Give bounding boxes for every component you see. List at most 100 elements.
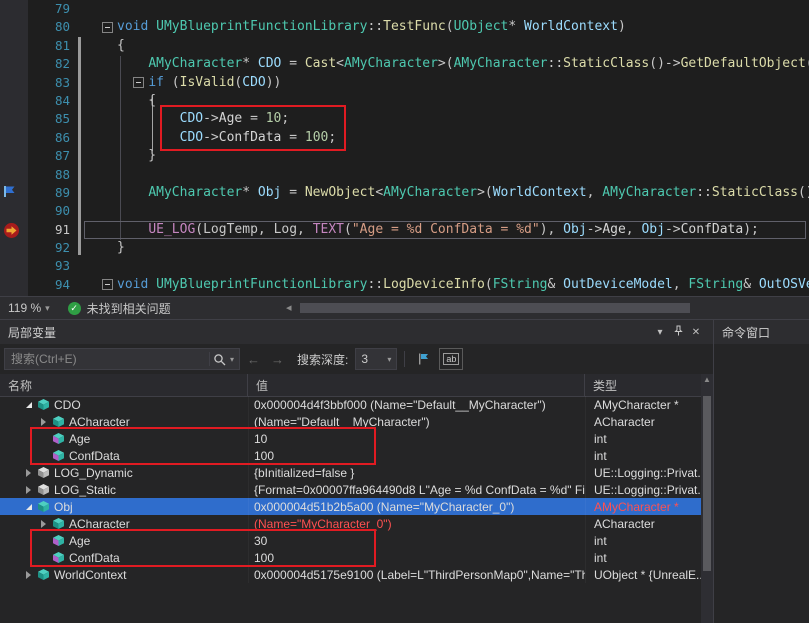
field-icon	[50, 551, 67, 564]
code-health-indicator[interactable]: ✓ 未找到相关问题	[58, 297, 181, 319]
code-line[interactable]: 92}	[0, 239, 809, 257]
horizontal-scrollbar[interactable]: ◂	[286, 301, 809, 316]
code-line[interactable]: 82 AMyCharacter* CDO = Cast<AMyCharacter…	[0, 55, 809, 73]
gutter-cell[interactable]	[0, 202, 28, 220]
scroll-up-icon[interactable]: ▲	[701, 374, 713, 386]
code-text[interactable]: UE_LOG(LogTemp, Log, TEXT("Age = %d Conf…	[100, 221, 809, 239]
code-line[interactable]: 89 AMyCharacter* Obj = NewObject<AMyChar…	[0, 184, 809, 202]
code-text[interactable]	[100, 257, 809, 275]
column-header-type[interactable]: 类型	[585, 374, 713, 396]
code-line[interactable]: 84 {	[0, 92, 809, 110]
gutter-cell[interactable]	[0, 37, 28, 55]
code-text[interactable]: }	[100, 147, 809, 165]
locals-row[interactable]: ACharacter(Name="MyCharacter_0")ACharact…	[0, 515, 701, 532]
name-cell: CDO	[0, 396, 248, 413]
locals-row[interactable]: CDO0x000004d4f3bbf000 (Name="Default__My…	[0, 396, 701, 413]
toolbar-flag-button[interactable]	[412, 348, 436, 370]
variable-name: ConfData	[67, 449, 120, 463]
code-text[interactable]: AMyCharacter* CDO = Cast<AMyCharacter>(A…	[100, 55, 809, 73]
locals-row[interactable]: ConfData100int	[0, 549, 701, 566]
code-line[interactable]: 94void UMyBlueprintFunctionLibrary::LogD…	[0, 276, 809, 294]
vscrollbar-thumb[interactable]	[703, 396, 711, 571]
locals-row[interactable]: ACharacter(Name="Default__MyCharacter")A…	[0, 413, 701, 430]
expander-icon[interactable]	[37, 418, 50, 426]
gutter-cell[interactable]	[0, 166, 28, 184]
code-text[interactable]	[100, 0, 809, 18]
window-position-icon[interactable]: ▾	[651, 327, 669, 338]
code-text[interactable]	[100, 202, 809, 220]
column-header-name[interactable]: 名称	[0, 374, 248, 396]
code-text[interactable]: void UMyBlueprintFunctionLibrary::LogDev…	[100, 276, 809, 294]
code-line[interactable]: 80void UMyBlueprintFunctionLibrary::Test…	[0, 18, 809, 36]
gutter-cell[interactable]	[0, 74, 28, 92]
code-line[interactable]: 88	[0, 166, 809, 184]
locals-row[interactable]: Age30int	[0, 532, 701, 549]
code-line[interactable]: 83 if (IsValid(CDO))	[0, 74, 809, 92]
code-editor[interactable]: 7980void UMyBlueprintFunctionLibrary::Te…	[0, 0, 809, 296]
gutter-cell[interactable]	[0, 18, 28, 36]
code-line[interactable]: 91 UE_LOG(LogTemp, Log, TEXT("Age = %d C…	[0, 221, 809, 239]
pin-icon[interactable]	[669, 325, 687, 339]
search-next-button[interactable]: →	[267, 352, 288, 367]
code-text[interactable]: {	[100, 37, 809, 55]
expander-icon[interactable]	[22, 402, 35, 408]
gutter-cell[interactable]	[0, 0, 28, 18]
locals-row[interactable]: LOG_Dynamic{bInitialized=false }UE::Logg…	[0, 464, 701, 481]
class-icon	[35, 398, 52, 411]
toolbar-text-format-button[interactable]	[439, 348, 463, 370]
code-line[interactable]: 79	[0, 0, 809, 18]
locals-row[interactable]: ConfData100int	[0, 447, 701, 464]
search-input[interactable]	[5, 352, 209, 366]
code-text[interactable]: AMyCharacter* Obj = NewObject<AMyCharact…	[100, 184, 809, 202]
code-line[interactable]: 81{	[0, 37, 809, 55]
gutter-cell[interactable]	[0, 257, 28, 275]
code-text[interactable]: }	[100, 239, 809, 257]
gutter-cell[interactable]	[0, 239, 28, 257]
gutter-cell[interactable]	[0, 55, 28, 73]
current-statement-icon[interactable]	[0, 221, 28, 239]
health-message: 未找到相关问题	[87, 300, 171, 317]
code-line[interactable]: 86 CDO->ConfData = 100;	[0, 129, 809, 147]
code-text[interactable]: CDO->Age = 10;	[100, 110, 809, 128]
search-prev-button[interactable]: ←	[243, 352, 264, 367]
collapse-region-icon[interactable]	[102, 22, 113, 33]
vertical-scrollbar[interactable]: ▲	[701, 374, 713, 623]
chevron-down-icon[interactable]: ▾	[229, 355, 239, 364]
command-window-body[interactable]	[714, 344, 809, 623]
expander-icon[interactable]	[22, 504, 35, 510]
gutter-cell[interactable]	[0, 276, 28, 294]
locals-row[interactable]: WorldContext0x000004d5175e9100 (Label=L"…	[0, 566, 701, 583]
code-lines: 7980void UMyBlueprintFunctionLibrary::Te…	[0, 0, 809, 294]
bookmark-statement-icon[interactable]	[0, 184, 28, 202]
code-text[interactable]: {	[100, 92, 809, 110]
code-text[interactable]: CDO->ConfData = 100;	[100, 129, 809, 147]
expander-icon[interactable]	[22, 571, 35, 579]
expander-icon[interactable]	[37, 520, 50, 528]
code-line[interactable]: 85 CDO->Age = 10;	[0, 110, 809, 128]
gutter-cell[interactable]	[0, 129, 28, 147]
code-text[interactable]: void UMyBlueprintFunctionLibrary::TestFu…	[100, 18, 809, 36]
expander-icon[interactable]	[22, 469, 35, 477]
collapse-region-icon[interactable]	[102, 279, 113, 290]
search-depth-select[interactable]: 3 ▾	[355, 348, 397, 370]
zoom-control[interactable]: 119 % ▾	[0, 297, 58, 319]
gutter-cell[interactable]	[0, 92, 28, 110]
locals-row[interactable]: Obj0x000004d51b2b5a00 (Name="MyCharacter…	[0, 498, 701, 515]
locals-row[interactable]: LOG_Static{Format=0x00007ffa964490d8 L"A…	[0, 481, 701, 498]
code-line[interactable]: 90	[0, 202, 809, 220]
locals-row[interactable]: Age10int	[0, 430, 701, 447]
code-text[interactable]	[100, 166, 809, 184]
code-text[interactable]: if (IsValid(CDO))	[100, 74, 809, 92]
line-number: 90	[28, 202, 74, 220]
gutter-cell[interactable]	[0, 110, 28, 128]
expander-icon[interactable]	[22, 486, 35, 494]
column-header-value[interactable]: 值	[248, 374, 585, 396]
code-line[interactable]: 87 }	[0, 147, 809, 165]
close-icon[interactable]: ✕	[687, 327, 705, 338]
hscrollbar-thumb[interactable]	[300, 303, 690, 313]
collapse-region-icon[interactable]	[133, 77, 144, 88]
search-icon[interactable]	[210, 353, 229, 366]
code-line[interactable]: 93	[0, 257, 809, 275]
scroll-left-icon[interactable]: ◂	[286, 301, 292, 316]
gutter-cell[interactable]	[0, 147, 28, 165]
